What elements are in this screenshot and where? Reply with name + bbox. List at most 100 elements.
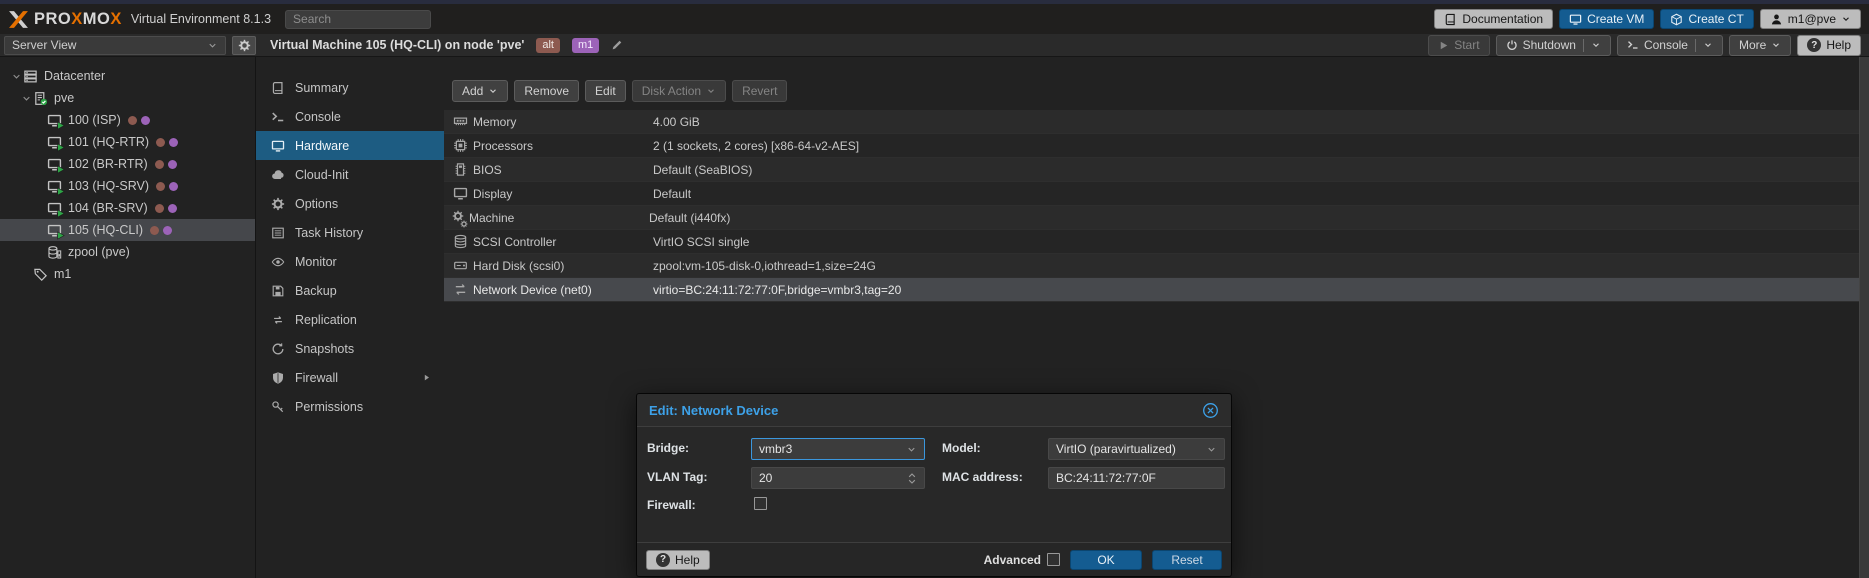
hardware-row-scsi-controller[interactable]: SCSI Controller VirtIO SCSI single	[444, 230, 1859, 254]
menu-item-task-history[interactable]: Task History	[256, 218, 444, 247]
vertical-scrollbar[interactable]	[1859, 57, 1869, 578]
tree-item-vm-101[interactable]: 101 (HQ-RTR)	[0, 131, 255, 153]
hardware-row-value: Default (SeaBIOS)	[653, 163, 752, 177]
view-settings-gear-button[interactable]	[232, 36, 256, 55]
datacenter-icon	[22, 68, 38, 84]
user-menu-button[interactable]: m1@pve	[1760, 9, 1861, 29]
tree-item-vm-105-selected[interactable]: 105 (HQ-CLI)	[0, 219, 255, 241]
header-actions: Documentation Create VM Create CT m1@pve	[1434, 9, 1861, 29]
menu-item-console[interactable]: Console	[256, 102, 444, 131]
close-icon[interactable]	[1202, 402, 1219, 419]
dialog-footer-actions: Advanced OK Reset	[984, 550, 1222, 570]
menu-item-permissions[interactable]: Permissions	[256, 392, 444, 421]
chevron-down-icon[interactable]	[1591, 40, 1601, 50]
menu-item-hardware-selected[interactable]: Hardware	[256, 131, 444, 160]
chevron-down-icon	[706, 86, 716, 96]
tree-item-vm-102[interactable]: 102 (BR-RTR)	[0, 153, 255, 175]
create-ct-button[interactable]: Create CT	[1660, 9, 1753, 29]
advanced-checkbox[interactable]	[1047, 553, 1060, 566]
chevron-down-icon[interactable]	[20, 94, 32, 103]
bridge-label: Bridge:	[647, 441, 689, 455]
tree-item-label: pve	[54, 91, 74, 105]
tree-item-zpool[interactable]: zpool (pve)	[0, 241, 255, 263]
search-input[interactable]	[285, 10, 431, 29]
add-button[interactable]: Add	[452, 80, 508, 102]
create-vm-button[interactable]: Create VM	[1559, 9, 1654, 29]
edit-tags-pencil-icon[interactable]	[611, 39, 623, 51]
tree-item-datacenter[interactable]: Datacenter	[0, 65, 255, 87]
cogs-icon	[450, 210, 466, 226]
mac-address-label: MAC address:	[942, 470, 1023, 484]
view-mode-select[interactable]: Server View	[4, 36, 226, 55]
menu-item-summary[interactable]: Summary	[256, 73, 444, 102]
disk-action-button[interactable]: Disk Action	[632, 80, 726, 102]
start-button[interactable]: Start	[1428, 35, 1489, 56]
dialog-help-button[interactable]: ? Help	[646, 550, 710, 570]
tree-item-vm-103[interactable]: 103 (HQ-SRV)	[0, 175, 255, 197]
remove-button[interactable]: Remove	[514, 80, 579, 102]
edit-button[interactable]: Edit	[585, 80, 626, 102]
book-icon	[1444, 13, 1457, 26]
menu-item-monitor[interactable]: Monitor	[256, 247, 444, 276]
spinner-up-down-icon[interactable]	[907, 471, 917, 486]
dialog-titlebar[interactable]: Edit: Network Device	[637, 394, 1231, 427]
tag-dot-m1	[168, 204, 177, 213]
tag-dot-alt	[156, 138, 165, 147]
tag-badge-m1[interactable]: m1	[572, 38, 599, 53]
hardware-row-processors[interactable]: Processors 2 (1 sockets, 2 cores) [x86-6…	[444, 134, 1859, 158]
hardware-row-memory[interactable]: Memory 4.00 GiB	[444, 110, 1859, 134]
chevron-down-icon[interactable]	[1703, 40, 1713, 50]
edit-network-device-dialog: Edit: Network Device Bridge: vmbr3 Model…	[636, 393, 1232, 577]
vlan-tag-value: 20	[759, 471, 772, 485]
hardware-row-value: zpool:vm-105-disk-0,iothread=1,size=24G	[653, 259, 876, 273]
hardware-row-network-device-selected[interactable]: Network Device (net0) virtio=BC:24:11:72…	[444, 278, 1859, 302]
vm-running-icon	[46, 222, 62, 238]
chevron-down-icon[interactable]	[10, 72, 22, 81]
vlan-tag-spinner[interactable]: 20	[751, 467, 925, 489]
tree-item-pool-m1[interactable]: m1	[0, 263, 255, 285]
shutdown-split-button[interactable]: Shutdown	[1496, 35, 1611, 56]
chevron-down-icon[interactable]	[906, 444, 917, 455]
shield-icon	[270, 371, 286, 385]
more-button[interactable]: More	[1729, 35, 1791, 56]
hardware-row-hard-disk[interactable]: Hard Disk (scsi0) zpool:vm-105-disk-0,io…	[444, 254, 1859, 278]
menu-item-firewall[interactable]: Firewall	[256, 363, 444, 392]
tree-item-pve[interactable]: pve	[0, 87, 255, 109]
list-icon	[270, 226, 286, 240]
tree-item-vm-100[interactable]: 100 (ISP)	[0, 109, 255, 131]
cloud-icon	[270, 168, 286, 182]
question-icon: ?	[656, 553, 670, 567]
model-combobox[interactable]: VirtIO (paravirtualized)	[1048, 438, 1225, 460]
terminal-icon	[270, 110, 286, 124]
ok-button[interactable]: OK	[1070, 550, 1142, 570]
page-title: Virtual Machine 105 (HQ-CLI) on node 'pv…	[270, 38, 524, 52]
model-label: Model:	[942, 441, 981, 455]
revert-button[interactable]: Revert	[732, 80, 787, 102]
firewall-checkbox[interactable]	[754, 497, 767, 510]
eye-icon	[270, 255, 286, 269]
hardware-row-display[interactable]: Display Default	[444, 182, 1859, 206]
menu-item-label: Firewall	[295, 371, 338, 385]
menu-item-cloud-init[interactable]: Cloud-Init	[256, 160, 444, 189]
caret-right-icon	[422, 373, 431, 382]
vm-running-icon	[46, 112, 62, 128]
tag-dot-alt	[155, 160, 164, 169]
tree-item-vm-104[interactable]: 104 (BR-SRV)	[0, 197, 255, 219]
hardware-row-machine[interactable]: Machine Default (i440fx)	[444, 206, 1859, 230]
hardware-row-bios[interactable]: BIOS Default (SeaBIOS)	[444, 158, 1859, 182]
split-divider	[1583, 39, 1584, 52]
monitor-icon	[270, 139, 286, 153]
menu-item-snapshots[interactable]: Snapshots	[256, 334, 444, 363]
menu-item-options[interactable]: Options	[256, 189, 444, 218]
mac-address-input[interactable]: BC:24:11:72:77:0F	[1048, 467, 1225, 489]
help-button[interactable]: ? Help	[1797, 35, 1861, 56]
chevron-down-icon[interactable]	[1206, 444, 1217, 455]
menu-item-replication[interactable]: Replication	[256, 305, 444, 334]
menu-item-backup[interactable]: Backup	[256, 276, 444, 305]
console-split-button[interactable]: Console	[1617, 35, 1723, 56]
bridge-combobox[interactable]: vmbr3	[751, 438, 925, 460]
documentation-button[interactable]: Documentation	[1434, 9, 1553, 29]
reset-button[interactable]: Reset	[1152, 550, 1222, 570]
hardware-row-label: SCSI Controller	[473, 235, 653, 249]
tag-badge-alt[interactable]: alt	[536, 38, 560, 53]
